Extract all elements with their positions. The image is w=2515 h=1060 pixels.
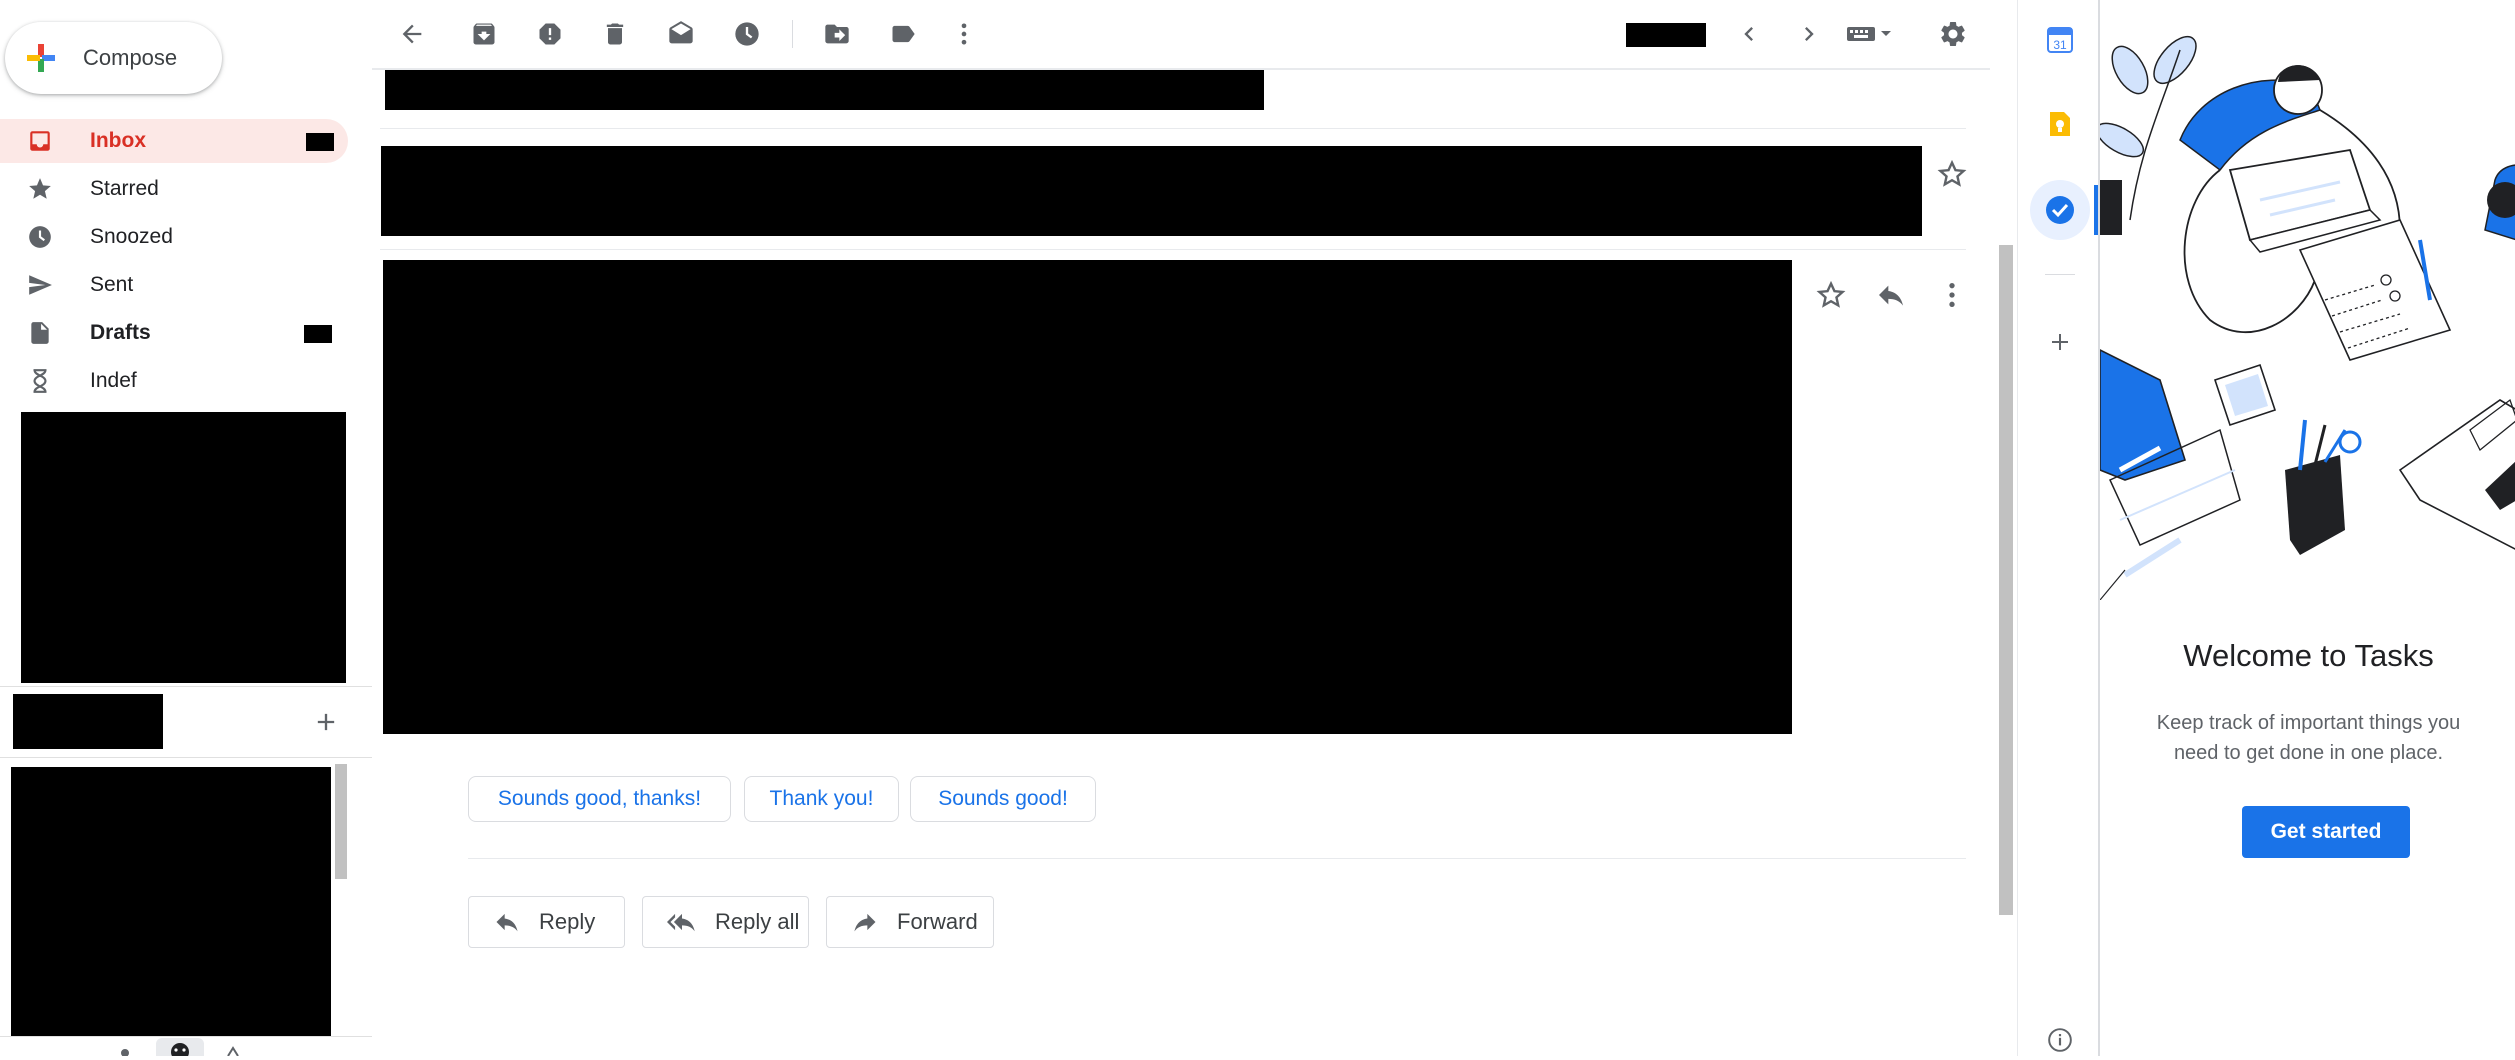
redacted-collapsed-message[interactable] [381, 146, 1922, 236]
more-vertical-icon[interactable] [944, 14, 984, 54]
tasks-icon-active[interactable] [2030, 180, 2090, 240]
sidebar-item-snoozed[interactable]: Snoozed [0, 215, 348, 259]
smart-reply-chip[interactable]: Sounds good, thanks! [468, 776, 731, 822]
tasks-panel: Welcome to Tasks Keep track of important… [2098, 0, 2515, 1056]
draft-file-icon [26, 319, 54, 347]
hourglass-icon [26, 367, 54, 395]
redacted-pagination [1626, 23, 1706, 47]
keyboard-icon [1846, 24, 1876, 44]
add-icon[interactable] [312, 708, 340, 736]
phone-icon[interactable] [222, 1044, 244, 1056]
sidebar-item-sent[interactable]: Sent [0, 263, 348, 307]
tasks-title: Welcome to Tasks [2183, 638, 2434, 673]
reply-icon[interactable] [1875, 279, 1907, 311]
sidebar-item-label: Starred [90, 177, 159, 200]
compose-label: Compose [83, 45, 178, 70]
smart-reply-chip[interactable]: Thank you! [744, 776, 899, 822]
tasks-illustration [2100, 0, 2515, 600]
redacted-labels-block [21, 412, 346, 683]
divider [468, 858, 1966, 859]
label-icon[interactable] [883, 14, 923, 54]
move-to-icon[interactable] [817, 14, 857, 54]
send-icon [26, 271, 54, 299]
redacted-subject [385, 70, 1264, 110]
compose-button[interactable]: Compose [5, 22, 222, 94]
divider [0, 757, 372, 758]
sidebar-item-indef[interactable]: Indef [0, 359, 348, 403]
reply-icon [493, 908, 521, 936]
forward-icon [851, 908, 879, 936]
reply-button[interactable]: Reply [468, 896, 625, 948]
settings-gear-icon[interactable] [1933, 14, 1973, 54]
clock-icon [26, 223, 54, 251]
hangouts-tab[interactable] [156, 1038, 204, 1056]
redacted-section-title [13, 694, 163, 749]
toolbar-divider [792, 20, 793, 48]
tasks-description-line1: Keep track of important things you [2156, 712, 2461, 734]
redacted-count [306, 133, 334, 151]
forward-button[interactable]: Forward [826, 896, 994, 948]
trash-icon[interactable] [595, 14, 635, 54]
plus-colored-icon [25, 42, 57, 74]
report-spam-icon[interactable] [530, 14, 570, 54]
reply-all-label: Reply all [715, 909, 800, 934]
forward-label: Forward [897, 909, 978, 934]
redacted-message-body [383, 260, 1792, 734]
snooze-icon[interactable] [727, 14, 767, 54]
more-vertical-icon[interactable] [1936, 279, 1968, 311]
reply-all-icon [667, 908, 697, 936]
input-tools-button[interactable] [1846, 20, 1902, 48]
smart-reply-chip[interactable]: Sounds good! [910, 776, 1096, 822]
sidebar-item-label: Inbox [90, 129, 146, 152]
rail-separator [2045, 274, 2075, 275]
add-addon-icon[interactable] [2040, 322, 2080, 362]
person-icon[interactable] [114, 1044, 136, 1056]
divider [0, 686, 372, 687]
inbox-icon [26, 127, 54, 155]
get-started-button[interactable]: Get started [2242, 806, 2410, 858]
redacted-hangouts-block [11, 767, 331, 1037]
divider [380, 249, 1966, 250]
archive-icon[interactable] [464, 14, 504, 54]
sidebar-item-label: Drafts [90, 321, 151, 344]
sidebar-scrollbar[interactable] [335, 764, 347, 879]
main-scrollbar-thumb[interactable] [1999, 245, 2013, 915]
divider [0, 1036, 372, 1037]
calendar-day: 31 [2053, 38, 2067, 52]
sidebar-item-starred[interactable]: Starred [0, 167, 348, 211]
reply-all-button[interactable]: Reply all [642, 896, 809, 948]
caret-down-icon [1880, 30, 1892, 38]
star-outline-icon[interactable] [1815, 279, 1847, 311]
reply-label: Reply [539, 909, 596, 934]
sidebar-item-drafts[interactable]: Drafts [0, 311, 348, 355]
star-outline-icon[interactable] [1936, 158, 1968, 190]
sidebar-item-label: Indef [90, 369, 137, 392]
divider [380, 128, 1966, 129]
keep-icon[interactable] [2040, 104, 2080, 144]
calendar-icon[interactable]: 31 [2040, 20, 2080, 60]
back-arrow-icon[interactable] [392, 14, 432, 54]
star-icon [26, 175, 54, 203]
rail-divider [2017, 0, 2018, 1056]
chevron-left-icon[interactable] [1729, 14, 1769, 54]
sidebar-item-label: Sent [90, 273, 134, 296]
redacted-count [304, 325, 332, 343]
mark-unread-icon[interactable] [661, 14, 701, 54]
sidebar-item-label: Snoozed [90, 225, 173, 248]
chevron-right-icon[interactable] [1789, 14, 1829, 54]
tasks-description-line2: need to get done in one place. [2173, 742, 2444, 764]
info-icon[interactable] [2040, 1020, 2080, 1060]
sidebar-item-inbox[interactable]: Inbox [0, 119, 348, 163]
